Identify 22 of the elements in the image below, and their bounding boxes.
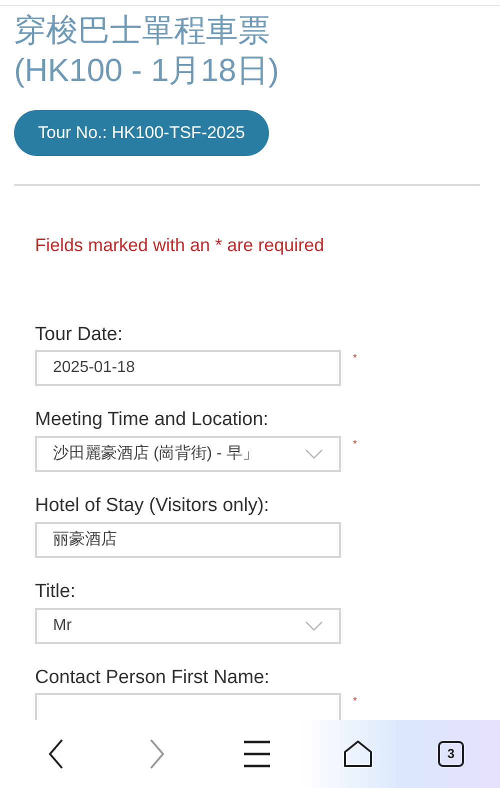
page-title: (HK100 - 1月18日) [14,51,280,90]
chevron-down-icon [305,620,323,630]
field-label: Meeting Time and Location: [35,408,270,432]
field-label: Tour Date: [35,322,124,346]
input-field[interactable] [35,693,341,720]
required-note: Fields marked with an * are required [35,234,326,257]
required-asterisk: * [353,440,357,450]
tour-number-button[interactable]: Tour No.: HK100-TSF-2025 [14,110,269,156]
field-label: Title: [35,580,76,604]
chevron-down-icon [305,449,323,459]
required-asterisk: * [353,354,357,364]
input-field[interactable]: 2025-01-18 [35,350,341,386]
required-asterisk: * [353,697,357,708]
page-title: 穿梭巴士單程車票 [14,11,271,50]
menu-icon [243,740,271,768]
select-field[interactable]: Mr [35,608,341,644]
field-label: Hotel of Stay (Visitors only): [35,494,270,518]
field-label: Contact Person First Name: [35,666,270,690]
select-field[interactable]: 沙田麗豪酒店 (崗背街) - 早」 [35,436,341,472]
home-icon [342,740,372,768]
tabs-button[interactable]: 3 [438,741,464,767]
input-field[interactable]: 丽豪酒店 [35,522,341,558]
